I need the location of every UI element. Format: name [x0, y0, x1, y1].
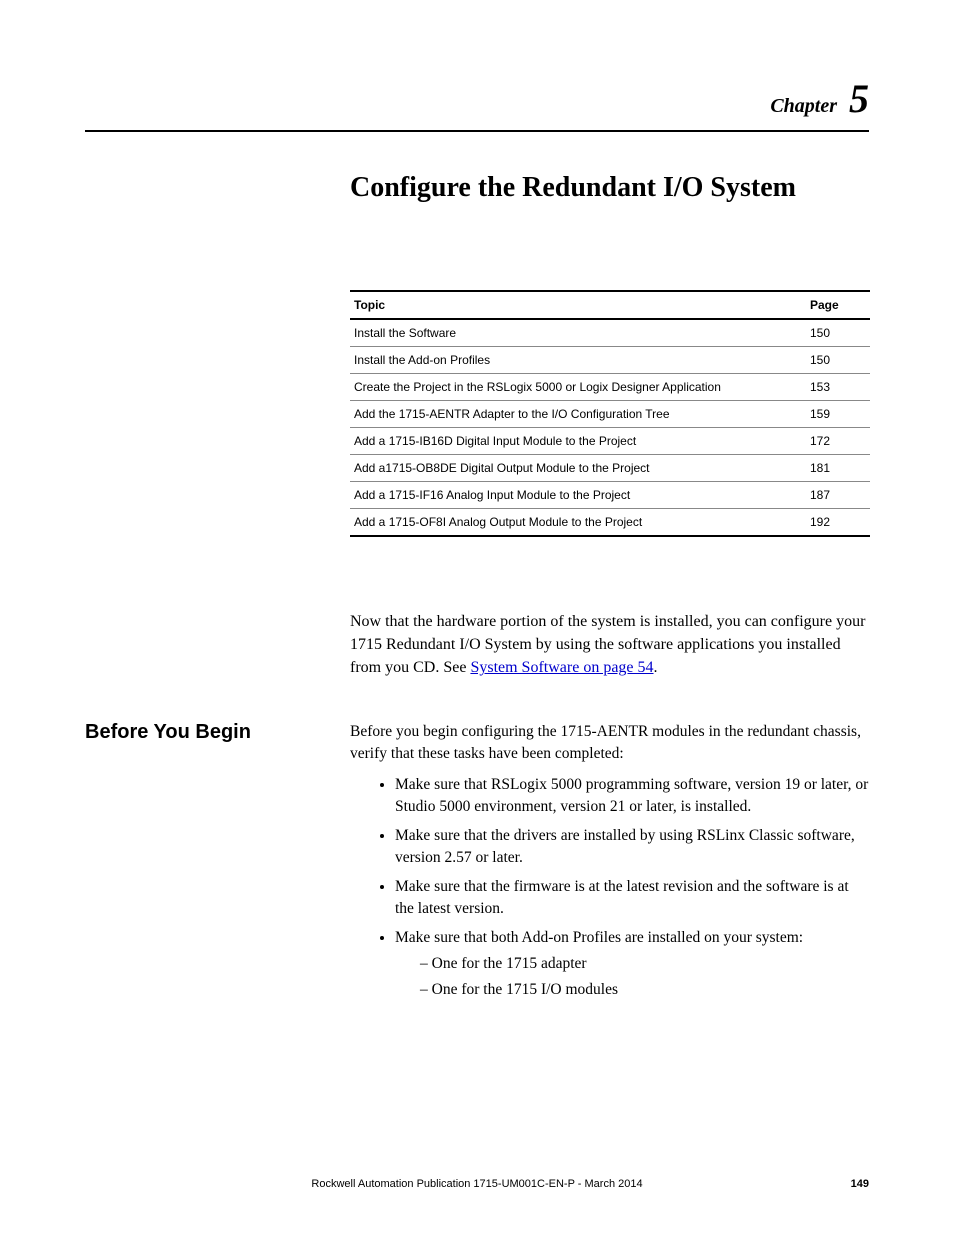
topic-cell: Add a 1715-IB16D Digital Input Module to… — [350, 428, 800, 455]
table-row: Add a 1715-OF8I Analog Output Module to … — [350, 509, 870, 537]
page-cell: 150 — [800, 319, 870, 347]
before-you-begin-heading: Before You Begin — [85, 721, 251, 744]
topic-cell: Add a1715-OB8DE Digital Output Module to… — [350, 455, 800, 482]
page-cell: 153 — [800, 374, 870, 401]
table-row: Create the Project in the RSLogix 5000 o… — [350, 374, 870, 401]
sub-list: One for the 1715 adapter One for the 171… — [395, 953, 870, 1001]
page-number: 149 — [851, 1178, 869, 1190]
topics-table: Topic Page Install the Software150 Insta… — [350, 290, 870, 537]
table-row: Add the 1715-AENTR Adapter to the I/O Co… — [350, 401, 870, 428]
topic-cell: Add a 1715-OF8I Analog Output Module to … — [350, 509, 800, 537]
system-software-link[interactable]: System Software on page 54 — [470, 659, 653, 676]
chapter-label: Chapter — [770, 95, 837, 117]
list-item: Make sure that RSLogix 5000 programming … — [395, 774, 870, 819]
publication-info: Rockwell Automation Publication 1715-UM0… — [85, 1178, 869, 1190]
topic-cell: Create the Project in the RSLogix 5000 o… — [350, 374, 800, 401]
intro-text-after: . — [654, 659, 658, 676]
page-cell: 181 — [800, 455, 870, 482]
section-body: Before you begin configuring the 1715-AE… — [350, 721, 870, 1007]
page-cell: 172 — [800, 428, 870, 455]
table-row: Add a1715-OB8DE Digital Output Module to… — [350, 455, 870, 482]
sub-list-item: One for the 1715 adapter — [420, 953, 870, 975]
topic-cell: Add the 1715-AENTR Adapter to the I/O Co… — [350, 401, 800, 428]
page-footer: Rockwell Automation Publication 1715-UM0… — [85, 1178, 869, 1190]
list-item: Make sure that both Add-on Profiles are … — [395, 927, 870, 1001]
section-lead: Before you begin configuring the 1715-AE… — [350, 721, 870, 766]
sub-list-item: One for the 1715 I/O modules — [420, 979, 870, 1001]
col-page: Page — [800, 291, 870, 319]
chapter-header: Chapter 5 — [85, 75, 869, 132]
page-cell: 187 — [800, 482, 870, 509]
chapter-number: 5 — [849, 76, 869, 121]
col-topic: Topic — [350, 291, 800, 319]
page-cell: 159 — [800, 401, 870, 428]
topic-cell: Add a 1715-IF16 Analog Input Module to t… — [350, 482, 800, 509]
table-row: Add a 1715-IF16 Analog Input Module to t… — [350, 482, 870, 509]
intro-paragraph: Now that the hardware portion of the sys… — [350, 610, 870, 680]
topic-cell: Install the Software — [350, 319, 800, 347]
list-item: Make sure that the firmware is at the la… — [395, 876, 870, 921]
page-cell: 150 — [800, 347, 870, 374]
table-row: Install the Add-on Profiles150 — [350, 347, 870, 374]
page-title: Configure the Redundant I/O System — [350, 172, 796, 204]
task-list: Make sure that RSLogix 5000 programming … — [350, 774, 870, 1001]
table-row: Add a 1715-IB16D Digital Input Module to… — [350, 428, 870, 455]
topic-cell: Install the Add-on Profiles — [350, 347, 800, 374]
list-item-text: Make sure that both Add-on Profiles are … — [395, 929, 803, 946]
page-cell: 192 — [800, 509, 870, 537]
list-item: Make sure that the drivers are installed… — [395, 825, 870, 870]
table-row: Install the Software150 — [350, 319, 870, 347]
